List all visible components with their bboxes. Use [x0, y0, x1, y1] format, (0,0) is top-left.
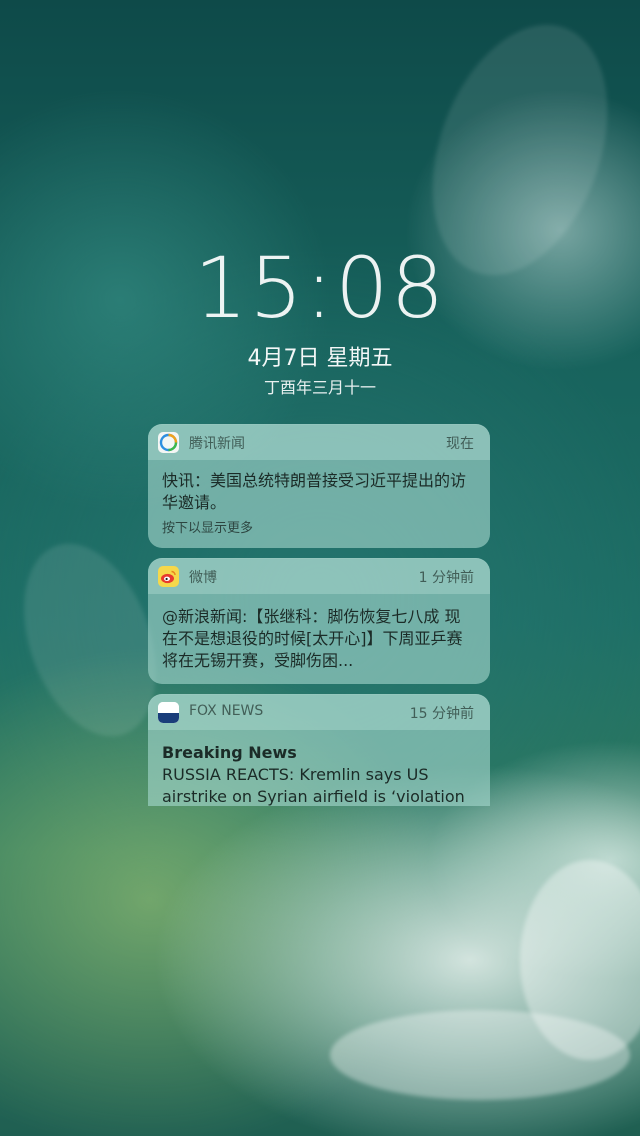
- notification-message: 快讯：美国总统特朗普接受习近平提出的访华邀请。: [162, 471, 467, 512]
- fox-news-icon: [158, 702, 179, 723]
- notification-header: 微博 1 分钟前: [148, 558, 490, 594]
- notification-app-name: 微博: [189, 570, 217, 586]
- notification-header: 腾讯新闻 现在: [148, 424, 490, 460]
- notification-tencent-news[interactable]: 腾讯新闻 现在 快讯：美国总统特朗普接受习近平提出的访华邀请。 按下以显示更多: [148, 424, 490, 548]
- notification-more-hint: 按下以显示更多: [162, 521, 254, 536]
- notification-time: 现在: [446, 436, 474, 452]
- notification-time: 1 分钟前: [418, 570, 474, 586]
- lockscreen-date: 4月7日 星期五: [247, 346, 393, 371]
- notification-fox-news[interactable]: FOX NEWS 15 分钟前 Breaking News RUSSIA REA…: [148, 694, 490, 806]
- notification-header: FOX NEWS 15 分钟前: [148, 694, 490, 730]
- notification-weibo[interactable]: 微博 1 分钟前 @新浪新闻:【张继科：脚伤恢复七八成 现在不是想退役的时候[太…: [148, 558, 490, 684]
- notification-message: RUSSIA REACTS: Kremlin says US airstrike…: [162, 765, 465, 806]
- notification-body: 快讯：美国总统特朗普接受习近平提出的访华邀请。 按下以显示更多: [148, 460, 490, 548]
- lockscreen-clock: 15:08: [193, 239, 447, 337]
- notification-app-name: FOX NEWS: [189, 703, 264, 719]
- notification-time: 15 分钟前: [409, 706, 474, 722]
- tencent-news-icon: [158, 432, 179, 453]
- notification-app-name: 腾讯新闻: [189, 436, 245, 452]
- notification-body: @新浪新闻:【张继科：脚伤恢复七八成 现在不是想退役的时候[太开心]】下周亚乒赛…: [148, 594, 490, 682]
- lockscreen-lunar-date: 丁酉年三月十一: [263, 378, 376, 397]
- weibo-icon: [158, 566, 179, 587]
- notification-title: Breaking News: [162, 743, 297, 762]
- notification-body: Breaking News RUSSIA REACTS: Kremlin say…: [148, 730, 490, 806]
- notification-message: @新浪新闻:【张继科：脚伤恢复七八成 现在不是想退役的时候[太开心]】下周亚乒赛…: [162, 607, 463, 670]
